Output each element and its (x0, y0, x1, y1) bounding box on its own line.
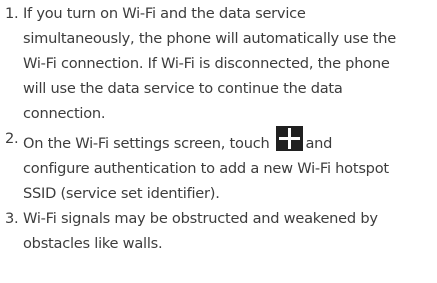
list-item: 2. On the Wi-Fi settings screen, touch an… (0, 126, 437, 206)
text-line: If you turn on Wi-Fi and the data servic… (23, 5, 306, 22)
list-item: 1. If you turn on Wi-Fi and the data ser… (0, 1, 437, 126)
text-line: SSID (service set identifier). (23, 185, 220, 202)
item-number: 1. (5, 5, 19, 22)
instruction-list: 1. If you turn on Wi-Fi and the data ser… (0, 1, 437, 256)
text-before-icon: On the Wi-Fi settings screen, touch (23, 135, 270, 152)
text-line: Wi-Fi signals may be obstructed and weak… (23, 210, 378, 227)
item-number: 2. (5, 130, 19, 147)
text-line: simultaneously, the phone will automatic… (23, 30, 397, 47)
text-line: configure authentication to add a new Wi… (23, 160, 389, 177)
text-line: connection. (23, 105, 106, 122)
text-line: will use the data service to continue th… (23, 80, 343, 97)
text-line: obstacles like walls. (23, 235, 163, 252)
text-line: Wi-Fi connection. If Wi-Fi is disconnect… (23, 55, 390, 72)
item-number: 3. (5, 210, 19, 227)
document-page: 1. If you turn on Wi-Fi and the data ser… (0, 0, 437, 283)
text-line: On the Wi-Fi settings screen, touch and (23, 126, 437, 156)
text-after-icon: and (305, 135, 333, 152)
add-icon (276, 126, 304, 151)
list-item: 3. Wi-Fi signals may be obstructed and w… (0, 206, 437, 256)
